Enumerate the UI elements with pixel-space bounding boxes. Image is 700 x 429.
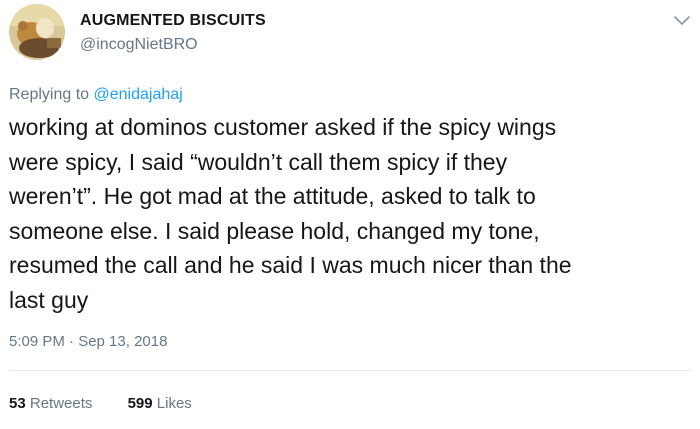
author-display-name[interactable]: AUGMENTED BISCUITS xyxy=(80,12,266,30)
likes-stat[interactable]: 599 Likes xyxy=(128,395,192,412)
author-handle[interactable]: @incogNietBRO xyxy=(80,36,198,54)
replying-to-label: Replying to xyxy=(9,86,94,103)
profile-avatar-icon xyxy=(9,4,65,60)
tweet-stats: 53 Retweets 599 Likes xyxy=(9,395,192,412)
tweet-card: AUGMENTED BISCUITS @incogNietBRO Replyin… xyxy=(0,0,700,429)
likes-count: 599 xyxy=(127,395,153,412)
tweet-timestamp[interactable]: 5:09 PM · Sep 13, 2018 xyxy=(9,333,167,350)
tweet-text: working at dominos customer asked if the… xyxy=(9,114,572,313)
replying-to-line: Replying to @enidajahaj xyxy=(9,86,183,104)
divider xyxy=(9,370,691,371)
retweets-count: 53 xyxy=(9,395,26,412)
reply-mention-link[interactable]: @enidajahaj xyxy=(94,86,183,103)
chevron-down-icon[interactable] xyxy=(672,14,692,28)
retweets-label: Retweets xyxy=(29,395,93,412)
likes-label: Likes xyxy=(156,395,192,412)
retweets-stat[interactable]: 53 Retweets xyxy=(9,395,92,412)
avatar[interactable] xyxy=(9,4,65,60)
